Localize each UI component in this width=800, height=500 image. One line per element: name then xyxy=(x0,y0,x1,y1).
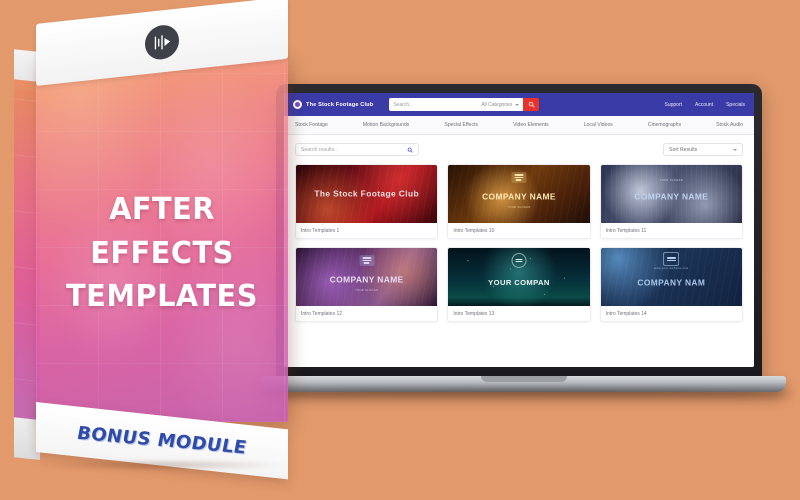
sort-results-select[interactable]: Sort Results xyxy=(663,143,743,156)
box-title-line2: TEMPLATES xyxy=(66,279,258,314)
search-icon xyxy=(407,147,413,153)
sort-results-label: Sort Results xyxy=(669,146,698,153)
topbar-link-specials[interactable]: Specials xyxy=(726,102,745,108)
result-thumbnail[interactable]: The Stock Footage Club xyxy=(296,165,438,223)
result-caption: Intro Templates 11 xyxy=(600,223,742,238)
result-caption: Intro Templates 10 xyxy=(448,223,590,238)
nav-item-stock-footage[interactable]: Stock Footage xyxy=(295,122,328,128)
bonus-module-label: BONUS MODULE xyxy=(77,422,247,459)
result-caption: Intro Templates 13 xyxy=(448,306,590,321)
template-logo-icon xyxy=(663,252,680,266)
global-search[interactable]: Search.. All Categories xyxy=(389,98,540,111)
results-search-placeholder: Search results.. xyxy=(301,146,338,153)
result-card[interactable]: YOUR COMPAN Intro Templates 13 xyxy=(447,247,591,322)
result-card[interactable]: COMPANY NAME YOUR SLOGAN Intro Templates… xyxy=(447,164,591,239)
category-select[interactable]: All Categories xyxy=(481,101,520,108)
site-topbar: The Stock Footage Club Search.. All Cate… xyxy=(284,93,754,116)
laptop-shadow xyxy=(254,390,794,399)
thumbnail-title: COMPANY NAME xyxy=(634,191,709,202)
template-logo-icon xyxy=(511,253,527,268)
nav-item-local-videos[interactable]: Local Videos xyxy=(584,122,613,128)
thumbnail-subtitle: YOUR SLOGAN xyxy=(507,206,531,209)
search-placeholder: Search.. xyxy=(393,101,412,108)
product-box: AFTER EFFECTS TEMPLATES BONUS MODULE xyxy=(8,0,298,480)
nav-item-video-elements[interactable]: Video Elements xyxy=(513,122,549,128)
chevron-down-icon xyxy=(733,148,737,151)
template-logo-icon xyxy=(511,172,527,183)
box-front-face: AFTER EFFECTS TEMPLATES xyxy=(36,54,288,422)
result-caption: Intro Templates 12 xyxy=(296,306,438,321)
thumbnail-subtitle: www.your-website.com xyxy=(654,267,689,270)
result-thumbnail[interactable]: COMPANY NAME YOUR SLOGAN xyxy=(448,165,590,223)
template-logo-icon xyxy=(359,255,375,266)
laptop-mockup: The Stock Footage Club Search.. All Cate… xyxy=(254,84,794,399)
thumbnail-title: COMPANY NAM xyxy=(637,277,706,288)
topbar-link-account[interactable]: Account xyxy=(695,102,713,108)
results-grid: The Stock Footage Club Intro Templates 1 xyxy=(295,164,743,322)
box-title-line1: AFTER EFFECTS xyxy=(90,192,234,271)
chevron-down-icon xyxy=(515,103,520,106)
search-input[interactable]: Search.. All Categories xyxy=(389,98,524,111)
waveform-play-logo-icon xyxy=(145,23,179,62)
result-thumbnail[interactable]: www.your-website.com COMPANY NAM xyxy=(600,248,742,306)
thumbnail-subtitle: YOUR SLOGAN xyxy=(354,289,379,292)
brand-name: The Stock Footage Club xyxy=(306,101,374,108)
result-thumbnail[interactable]: COMPANY NAME YOUR SLOGAN xyxy=(296,248,438,306)
result-caption: Intro Templates 1 xyxy=(296,223,438,238)
box-ground-shadow xyxy=(38,460,288,470)
search-icon xyxy=(528,101,535,108)
result-thumbnail[interactable]: COMPANY NAME YOUR SLOGAN xyxy=(600,165,742,223)
category-selected-label: All Categories xyxy=(481,101,513,108)
thumbnail-subtitle: YOUR SLOGAN xyxy=(659,179,684,182)
box-title: AFTER EFFECTS TEMPLATES xyxy=(41,188,283,319)
thumbnail-title: COMPANY NAME xyxy=(482,191,556,202)
result-card[interactable]: The Stock Footage Club Intro Templates 1 xyxy=(295,164,439,239)
thumbnail-title: The Stock Footage Club xyxy=(314,188,419,199)
result-card[interactable]: www.your-website.com COMPANY NAM Intro T… xyxy=(599,247,743,322)
topbar-links: Support Account Specials xyxy=(665,102,746,108)
laptop-lid: The Stock Footage Club Search.. All Cate… xyxy=(276,84,762,380)
nav-item-cinemographs[interactable]: Cinemographs xyxy=(648,122,681,128)
main-navigation: Stock Footage Motion Backgrounds Special… xyxy=(284,116,754,135)
poster-canvas: The Stock Footage Club Search.. All Cate… xyxy=(0,0,800,500)
site-brand[interactable]: The Stock Footage Club xyxy=(293,100,373,109)
result-caption: Intro Templates 14 xyxy=(600,306,742,321)
search-submit-button[interactable] xyxy=(523,98,540,111)
results-search-input[interactable]: Search results.. xyxy=(295,143,419,156)
laptop-screen: The Stock Footage Club Search.. All Cate… xyxy=(284,93,754,367)
nav-item-motion-backgrounds[interactable]: Motion Backgrounds xyxy=(363,122,409,128)
nav-item-stock-audio[interactable]: Stock Audio xyxy=(716,122,743,128)
result-card[interactable]: COMPANY NAME YOUR SLOGAN Intro Templates… xyxy=(295,247,439,322)
result-card[interactable]: COMPANY NAME YOUR SLOGAN Intro Templates… xyxy=(599,164,743,239)
thumbnail-title: YOUR COMPAN xyxy=(488,277,550,287)
thumbnail-title: COMPANY NAME xyxy=(329,274,404,285)
topbar-link-support[interactable]: Support xyxy=(665,102,683,108)
result-thumbnail[interactable]: YOUR COMPAN xyxy=(448,248,590,306)
nav-item-special-effects[interactable]: Special Effects xyxy=(444,122,478,128)
results-toolbar: Search results.. Sort Results xyxy=(295,143,743,156)
results-area: Search results.. Sort Results The Stock … xyxy=(284,135,754,367)
